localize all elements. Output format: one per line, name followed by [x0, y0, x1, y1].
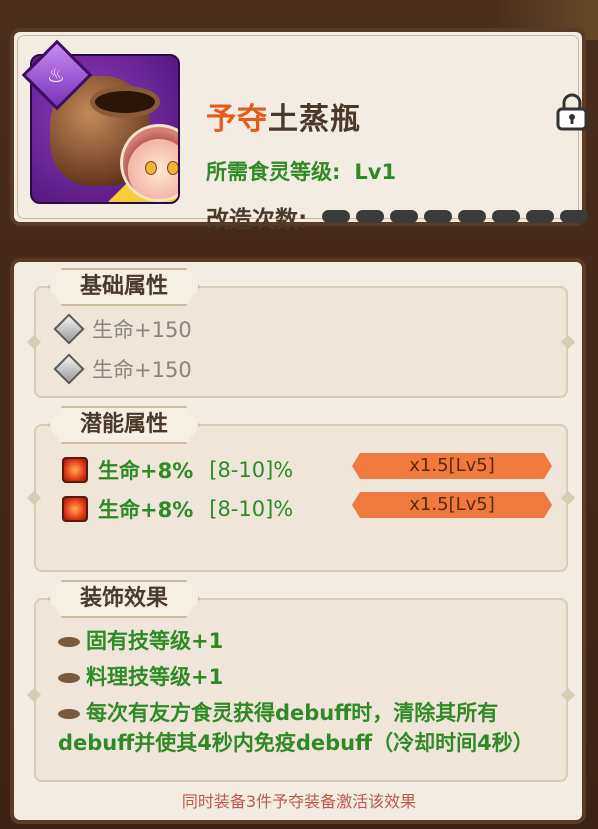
potential-stat-range: [8-10]%	[209, 497, 294, 521]
item-name: 予夺土蒸瓶	[206, 94, 361, 138]
requirement-value: Lv1	[354, 160, 397, 184]
diamond-icon	[53, 353, 85, 385]
ruby-icon	[62, 496, 88, 522]
decoration-effect-item: 料理技等级+1	[58, 662, 223, 692]
potential-stat-label: 生命+8%	[98, 459, 194, 483]
requirement-label: 所需食灵等级:	[206, 160, 341, 184]
modify-pip	[390, 210, 418, 223]
decoration-effect-item: 固有技等级+1	[58, 626, 223, 656]
modify-pips	[322, 210, 588, 223]
potential-section-title: 潜能属性	[48, 406, 200, 444]
basic-stat-text: 生命+150	[92, 358, 192, 382]
potential-bonus-badge: x1.5[Lv5]	[352, 453, 552, 479]
modify-pip	[526, 210, 554, 223]
potential-bonus-badge: x1.5[Lv5]	[352, 492, 552, 518]
item-header-card: ♨ 予夺土蒸瓶 所需食灵等级: Lv1 改造次数:	[10, 28, 589, 233]
modify-pip	[560, 210, 588, 223]
modify-pip	[322, 210, 350, 223]
decoration-section-title: 装饰效果	[48, 580, 200, 618]
lock-icon[interactable]	[555, 92, 589, 132]
basic-stat-text: 生命+150	[92, 318, 192, 342]
modify-pip	[424, 210, 452, 223]
potential-stat-row: 生命+8% [8-10]%	[62, 455, 293, 485]
potential-stat-label: 生命+8%	[98, 498, 194, 522]
decoration-effect-text: 固有技等级+1	[86, 629, 224, 653]
bean-bullet-icon	[58, 709, 80, 719]
potential-stat-range: [8-10]%	[209, 458, 294, 482]
basic-section-title: 基础属性	[48, 268, 200, 306]
bean-bullet-icon	[58, 637, 80, 647]
bean-bullet-icon	[58, 673, 80, 683]
modify-pip	[492, 210, 520, 223]
potential-stat-row: 生命+8% [8-10]%	[62, 494, 293, 524]
item-name-prefix: 予夺	[206, 102, 268, 137]
diamond-icon	[53, 313, 85, 345]
basic-stat-row: 生命+150	[53, 313, 192, 345]
decoration-effect-item: 每次有友方食灵获得debuff时，清除其所有debuff并使其4秒内免疫debu…	[58, 698, 548, 758]
decoration-effect-text: 每次有友方食灵获得debuff时，清除其所有debuff并使其4秒内免疫debu…	[58, 701, 534, 755]
modify-pip	[458, 210, 486, 223]
item-name-rest: 土蒸瓶	[268, 102, 361, 137]
decoration-effect-text: 料理技等级+1	[86, 665, 224, 689]
ruby-icon	[62, 457, 88, 483]
set-bonus-footer: 同时装备3件予夺装备激活该效果	[181, 792, 417, 811]
modify-pip	[356, 210, 384, 223]
modify-count-label: 改造次数:	[206, 207, 308, 233]
steam-bowl-icon: ♨	[47, 63, 65, 87]
level-requirement: 所需食灵等级: Lv1	[206, 156, 396, 186]
basic-stat-row: 生命+150	[53, 353, 192, 385]
